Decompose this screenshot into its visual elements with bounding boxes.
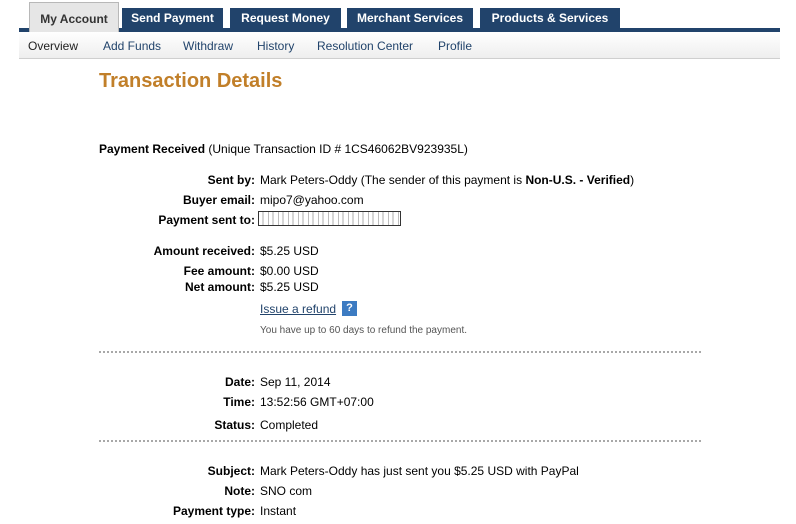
section-divider [99, 351, 701, 353]
refund-note: You have up to 60 days to refund the pay… [260, 325, 468, 336]
main-tab-bar: My Account Send Payment Request Money Me… [19, 0, 780, 32]
tab-products-services[interactable]: Products & Services [480, 8, 620, 28]
section-divider [99, 440, 701, 442]
redacted-recipient-email [258, 211, 401, 226]
sender-verification-status: Non-U.S. - Verified [525, 173, 631, 187]
status-label: Status: [214, 418, 255, 432]
payment-type-value: Instant [260, 504, 297, 518]
subject-value: Mark Peters-Oddy has just sent you $5.25… [260, 464, 579, 478]
buyer-email-value: mipo7@yahoo.com [260, 193, 364, 207]
sub-navigation: Overview Add Funds Withdraw History Reso… [19, 32, 780, 59]
amount-received-label: Amount received: [153, 244, 255, 258]
transaction-summary: Payment Received (Unique Transaction ID … [99, 142, 468, 156]
sent-by-value: Mark Peters-Oddy (The sender of this pay… [260, 173, 634, 187]
buyer-email-label: Buyer email: [182, 193, 255, 207]
issue-refund-link[interactable]: Issue a refund [260, 302, 336, 316]
note-value: SNO com [260, 484, 313, 498]
amount-received-value: $5.25 USD [260, 244, 319, 258]
date-label: Date: [224, 375, 255, 389]
page-title: Transaction Details [99, 70, 283, 92]
subject-label: Subject: [207, 464, 255, 478]
sent-by-label: Sent by: [207, 173, 255, 187]
sender-status-suffix: ) [630, 173, 635, 187]
subnav-resolution-center[interactable]: Resolution Center [317, 39, 413, 53]
net-amount-label: Net amount: [185, 280, 255, 294]
payment-received-label: Payment Received [99, 142, 206, 156]
subnav-add-funds[interactable]: Add Funds [103, 39, 161, 53]
sender-name: Mark Peters-Oddy [260, 173, 358, 187]
subnav-withdraw[interactable]: Withdraw [183, 39, 233, 53]
fee-amount-value: $0.00 USD [260, 264, 319, 278]
help-icon[interactable]: ? [342, 301, 357, 316]
subnav-profile[interactable]: Profile [438, 39, 472, 53]
tab-request-money[interactable]: Request Money [230, 8, 341, 28]
transaction-id-text: (Unique Transaction ID # 1CS46062BV92393… [205, 142, 468, 156]
subnav-overview[interactable]: Overview [28, 39, 78, 53]
fee-amount-label: Fee amount: [183, 264, 255, 278]
date-value: Sep 11, 2014 [260, 375, 331, 389]
subnav-history[interactable]: History [257, 39, 294, 53]
note-label: Note: [224, 484, 255, 498]
net-amount-value: $5.25 USD [260, 280, 319, 294]
tab-my-account[interactable]: My Account [29, 2, 119, 32]
status-value: Completed [260, 418, 319, 432]
time-value: 13:52:56 GMT+07:00 [260, 395, 374, 409]
tab-merchant-services[interactable]: Merchant Services [347, 8, 473, 28]
sender-status-prefix: (The sender of this payment is [357, 173, 526, 187]
time-label: Time: [223, 395, 255, 409]
payment-sent-to-label: Payment sent to: [158, 213, 255, 227]
tab-send-payment[interactable]: Send Payment [122, 8, 223, 28]
payment-type-label: Payment type: [172, 504, 255, 518]
